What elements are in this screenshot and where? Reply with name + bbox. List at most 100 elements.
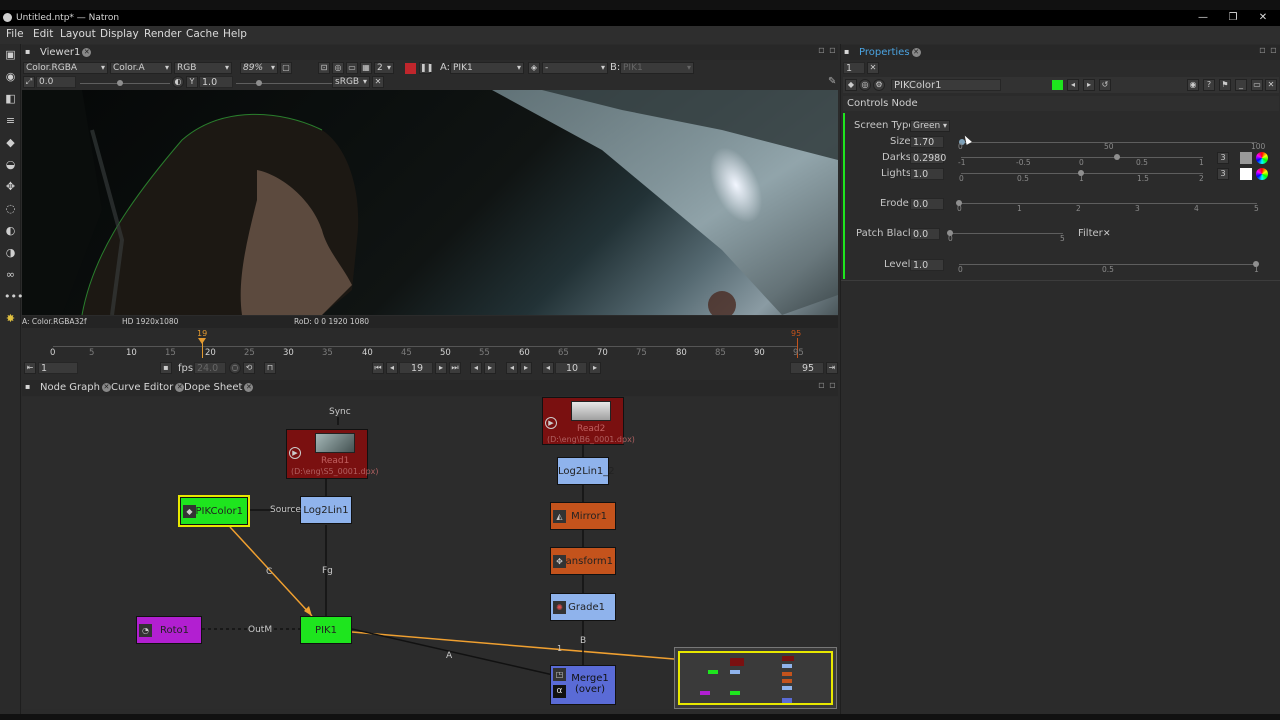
darks-slider-knob[interactable] xyxy=(1114,154,1120,160)
filter-tools-icon[interactable]: ◒ xyxy=(4,158,17,171)
gamma-slider-knob[interactable] xyxy=(256,80,262,86)
redo-icon[interactable]: ▸ xyxy=(1083,79,1095,91)
last-frame-icon[interactable]: ⏭ xyxy=(449,362,461,374)
darks-dimension-button[interactable]: 3 xyxy=(1217,152,1229,164)
close-pane-icon[interactable]: ▫ xyxy=(829,380,836,391)
minimize-button[interactable]: — xyxy=(1188,10,1218,26)
pin-icon[interactable]: ⚑ xyxy=(1219,79,1231,91)
prev-inc-jump-icon[interactable]: ◂ xyxy=(542,362,554,374)
prev-keyframe-icon[interactable]: ◂ xyxy=(470,362,482,374)
gain-slider-knob[interactable] xyxy=(117,80,123,86)
close-tab-icon[interactable]: ✕ xyxy=(911,47,921,57)
set-out-point-icon[interactable]: ⇥ xyxy=(826,362,838,374)
lock-icon[interactable]: ⊓ xyxy=(264,362,276,374)
node-type-icon[interactable]: ◆ xyxy=(845,79,857,91)
node-log2lin1-2[interactable]: Log2Lin1_2 xyxy=(557,457,615,485)
close-tab-icon[interactable]: ✕ xyxy=(175,382,185,392)
close-pane-icon[interactable]: ▫ xyxy=(1270,45,1277,56)
color-tools-icon[interactable]: ◆ xyxy=(4,136,17,149)
node-log2lin1[interactable]: Log2Lin1 xyxy=(300,496,352,524)
views-tools-icon[interactable]: ∞ xyxy=(4,268,17,281)
gamma-toggle-icon[interactable]: Y xyxy=(186,76,198,88)
node-pikcolor1[interactable]: ◆ PIKColor1 xyxy=(180,497,248,525)
close-pane-icon[interactable]: ▫ xyxy=(829,45,836,56)
lights-color-picker-icon[interactable] xyxy=(1256,168,1268,180)
close-window-button[interactable]: ✕ xyxy=(1248,10,1278,26)
alpha-channel-combo[interactable]: Color.A xyxy=(110,62,172,74)
undo-icon[interactable]: ◂ xyxy=(1067,79,1079,91)
center-node-icon[interactable]: ◎ xyxy=(859,79,871,91)
multiview-tools-icon[interactable]: ◑ xyxy=(4,246,17,259)
layer-combo[interactable]: Color.RGBA xyxy=(23,62,108,74)
first-frame-input[interactable]: 1 xyxy=(38,362,78,374)
float-pane-icon[interactable]: ▫ xyxy=(818,45,825,56)
node-roto1[interactable]: ◔ Roto1 xyxy=(136,616,202,644)
plugins-tools-icon[interactable]: ✸ xyxy=(4,312,17,325)
close-tab-icon[interactable]: ✕ xyxy=(244,382,254,392)
close-tab-icon[interactable]: ✕ xyxy=(82,47,92,57)
close-tab-icon[interactable]: ✕ xyxy=(101,382,111,392)
node-graph-canvas[interactable]: Sync ▶ Read1 (D:\eng\S5_0001.dpx) ▶ Read… xyxy=(22,397,838,709)
play-forward-icon[interactable]: ▸ xyxy=(435,362,447,374)
gain-input[interactable]: 0.0 xyxy=(36,76,76,88)
restore-defaults-icon[interactable]: ↺ xyxy=(1099,79,1111,91)
pane-menu-icon[interactable]: ▪ xyxy=(844,47,849,56)
next-keyframe-icon[interactable]: ▸ xyxy=(484,362,496,374)
gamma-input[interactable]: 1.0 xyxy=(199,76,233,88)
menu-cache[interactable]: Cache xyxy=(186,28,219,40)
lights-input[interactable]: 1.0 xyxy=(910,168,944,180)
composite-operator-combo[interactable]: - xyxy=(542,62,608,74)
float-pane-icon[interactable]: ▫ xyxy=(1259,45,1266,56)
gain-toggle-icon[interactable]: ⤢ xyxy=(23,76,35,88)
gamma-slider[interactable] xyxy=(236,83,336,84)
patch-black-input[interactable]: 0.0 xyxy=(910,228,940,240)
full-frame-icon[interactable]: ▭ xyxy=(346,62,358,74)
minimize-panel-icon[interactable]: _ xyxy=(1235,79,1247,91)
node-read1[interactable]: ▶ Read1 (D:\eng\S5_0001.dpx) xyxy=(286,429,379,479)
menu-layout[interactable]: Layout xyxy=(60,28,96,40)
layers-count-combo[interactable]: 2 xyxy=(374,62,394,74)
clear-panels-icon[interactable]: ✕ xyxy=(867,62,879,74)
auto-contrast-icon[interactable]: ◐ xyxy=(172,76,184,88)
proxy-icon[interactable]: ▦ xyxy=(360,62,372,74)
display-channels-combo[interactable]: RGB xyxy=(174,62,232,74)
float-pane-icon[interactable]: ▫ xyxy=(818,380,825,391)
pane-menu-icon[interactable]: ▪ xyxy=(25,382,30,391)
next-inc-jump-icon[interactable]: ▸ xyxy=(589,362,601,374)
node-transform1[interactable]: ✥ Transform1 xyxy=(550,547,616,575)
color-picker-icon[interactable]: ✎ xyxy=(828,76,836,87)
max-panels-input[interactable]: 1 xyxy=(843,62,865,74)
node-color-swatch[interactable] xyxy=(1052,80,1063,90)
menu-render[interactable]: Render xyxy=(144,28,181,40)
image-tools-icon[interactable]: ▣ xyxy=(4,48,17,61)
patch-black-slider[interactable] xyxy=(949,233,1063,234)
menu-help[interactable]: Help xyxy=(223,28,247,40)
lights-color-swatch[interactable] xyxy=(1240,168,1252,180)
zoom-combo[interactable]: 89% xyxy=(240,62,278,74)
tab-properties[interactable]: Properties ✕ xyxy=(859,47,921,58)
render-red-button[interactable] xyxy=(405,63,416,74)
hide-unmodified-icon[interactable]: ◉ xyxy=(1187,79,1199,91)
darks-color-picker-icon[interactable] xyxy=(1256,152,1268,164)
keyer-tools-icon[interactable]: ✥ xyxy=(4,180,17,193)
tab-curve-editor[interactable]: Curve Editor ✕ xyxy=(111,382,185,393)
viewer-image[interactable] xyxy=(22,90,838,315)
close-panel-icon[interactable]: ✕ xyxy=(1265,79,1277,91)
set-in-point-icon[interactable]: ⇤ xyxy=(24,362,36,374)
level-input[interactable]: 1.0 xyxy=(910,259,944,271)
roi-icon[interactable]: ◎ xyxy=(332,62,344,74)
read2-play-icon[interactable]: ▶ xyxy=(545,417,557,429)
lights-dimension-button[interactable]: 3 xyxy=(1217,168,1229,180)
pause-icon[interactable]: ❚❚ xyxy=(419,62,433,74)
playback-mode-icon[interactable]: ⟲ xyxy=(243,362,255,374)
wipe-mode-icon[interactable]: ◈ xyxy=(528,62,540,74)
erode-input[interactable]: 0.0 xyxy=(910,198,944,210)
node-merge1[interactable]: ◳ α Merge1 (over) xyxy=(550,665,616,705)
maximize-button[interactable]: ❐ xyxy=(1218,10,1248,26)
next-increment-icon[interactable]: ▸ xyxy=(520,362,532,374)
time-tools-icon[interactable]: ◧ xyxy=(4,92,17,105)
turbo-icon[interactable]: ◌ xyxy=(229,362,241,374)
gain-slider[interactable] xyxy=(80,83,170,84)
check-icon[interactable]: ✕ xyxy=(372,76,384,88)
graph-navigator[interactable] xyxy=(674,647,837,709)
